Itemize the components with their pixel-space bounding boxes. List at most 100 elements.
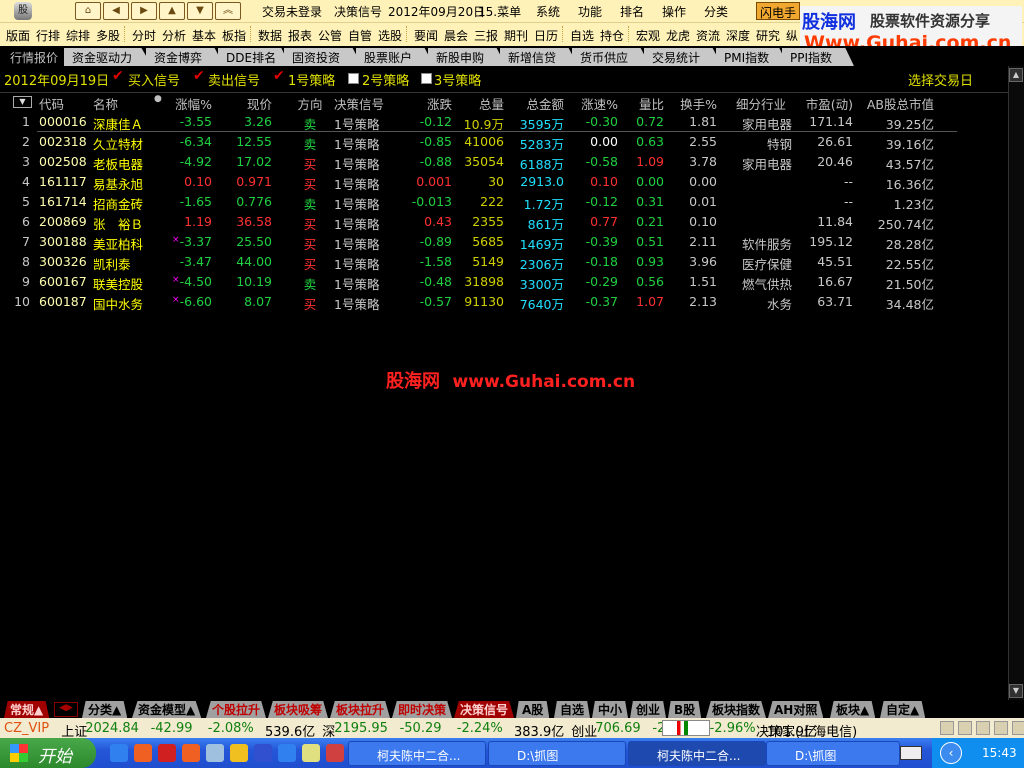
bottom-tab-5[interactable]: 板块拉升 xyxy=(330,701,391,718)
quick-launch-icon[interactable] xyxy=(206,744,224,762)
bottom-tab-16[interactable]: 自定▲ xyxy=(880,701,926,718)
taskbar-item[interactable]: D:\抓图 xyxy=(766,741,900,766)
tray-signal-icon[interactable] xyxy=(976,721,990,735)
column-header[interactable]: 名称 xyxy=(93,94,118,113)
scroll-up-button[interactable]: ▲ xyxy=(1009,68,1023,82)
toolbar-item[interactable]: 多股 xyxy=(96,27,120,44)
strategy3-label[interactable]: 3号策略 xyxy=(434,70,481,89)
toolbar-item[interactable]: 选股 xyxy=(378,27,402,44)
bottom-tab-1[interactable]: 分类▲ xyxy=(82,701,128,718)
select-trade-day-button[interactable]: 选择交易日 xyxy=(908,70,973,89)
strategy2-checkbox[interactable] xyxy=(348,73,359,84)
quick-launch-icon[interactable] xyxy=(326,744,344,762)
column-header[interactable]: 方向 xyxy=(295,94,325,113)
strategy2-label[interactable]: 2号策略 xyxy=(362,70,409,89)
check-icon[interactable]: ✔ xyxy=(112,68,124,84)
tab-scroll-arrows[interactable]: ◀▶ xyxy=(54,702,78,717)
toolbar-item[interactable]: 资流 xyxy=(696,27,720,44)
tab-5[interactable]: 股票账户 xyxy=(356,48,434,66)
keyboard-icon[interactable] xyxy=(900,746,922,760)
bottom-tab-11[interactable]: 创业 xyxy=(630,701,667,718)
tray-mail-icon[interactable] xyxy=(940,721,954,735)
column-header[interactable]: 代码 xyxy=(39,94,64,113)
taskbar-item[interactable]: 柯夫陈中二合... xyxy=(628,741,766,766)
toolbar-item[interactable]: 持仓 xyxy=(600,27,624,44)
bottom-tab-0[interactable]: 常规▲ xyxy=(4,701,50,718)
tab-4[interactable]: 固资投资 xyxy=(284,48,362,66)
menu-function[interactable]: 功能 xyxy=(578,3,602,20)
flash-trade-button[interactable]: 闪电手 xyxy=(756,2,801,20)
toolbar-item[interactable]: 要闻 xyxy=(414,27,438,44)
bottom-tab-3[interactable]: 个股拉升 xyxy=(206,701,267,718)
bottom-tab-8[interactable]: A股 xyxy=(516,701,550,718)
toolbar-item[interactable]: 分时 xyxy=(132,27,156,44)
home-button[interactable]: ⌂ xyxy=(75,2,101,20)
menu-category[interactable]: 分类 xyxy=(704,3,728,20)
strategy1-label[interactable]: 1号策略 xyxy=(288,70,335,89)
tray-pin-icon[interactable] xyxy=(1012,721,1024,735)
taskbar-item[interactable]: 柯夫陈中二合... xyxy=(348,741,486,766)
menu-operate[interactable]: 操作 xyxy=(662,3,686,20)
bottom-tab-10[interactable]: 中小 xyxy=(592,701,629,718)
bottom-tab-12[interactable]: B股 xyxy=(668,701,702,718)
toolbar-item[interactable]: 龙虎 xyxy=(666,27,690,44)
column-menu-button[interactable]: ▼ xyxy=(13,96,32,108)
forward-button[interactable]: ▶ xyxy=(131,2,157,20)
quick-launch-icon[interactable] xyxy=(158,744,176,762)
toolbar-item[interactable]: 自选 xyxy=(570,27,594,44)
column-header[interactable]: 市盈(动) xyxy=(806,94,853,113)
tray-upgrade-icon[interactable] xyxy=(958,721,972,735)
scroll-down-button[interactable]: ▼ xyxy=(1009,684,1023,698)
toolbar-item[interactable]: 版面 xyxy=(6,27,30,44)
tab-7[interactable]: 新增信贷 xyxy=(500,48,578,66)
back-button[interactable]: ◀ xyxy=(103,2,129,20)
bottom-tab-6[interactable]: 即时决策 xyxy=(392,701,453,718)
sell-signal-label[interactable]: 卖出信号 xyxy=(208,70,260,89)
toolbar-item[interactable]: 行排 xyxy=(36,27,60,44)
bottom-tab-4[interactable]: 板块吸筹 xyxy=(268,701,329,718)
quick-launch-icon[interactable] xyxy=(230,744,248,762)
toolbar-item[interactable]: 期刊 xyxy=(504,27,528,44)
buy-signal-label[interactable]: 买入信号 xyxy=(128,70,180,89)
bottom-tab-2[interactable]: 资金模型▲ xyxy=(132,701,202,718)
column-header[interactable]: AB股总市值 xyxy=(867,94,934,113)
tab-9[interactable]: 交易统计 xyxy=(644,48,722,66)
top-button[interactable]: ︽ xyxy=(215,2,241,20)
quick-launch-icon[interactable] xyxy=(278,744,296,762)
menu-rank[interactable]: 排名 xyxy=(620,3,644,20)
toolbar-item[interactable]: 公管 xyxy=(318,27,342,44)
tab-6[interactable]: 新股申购 xyxy=(428,48,506,66)
toolbar-item[interactable]: 三报 xyxy=(474,27,498,44)
tab-8[interactable]: 货币供应 xyxy=(572,48,650,66)
tab-2[interactable]: 资金博弈 xyxy=(146,48,224,66)
toolbar-item[interactable]: 数据 xyxy=(258,27,282,44)
quick-launch-icon[interactable] xyxy=(182,744,200,762)
toolbar-item[interactable]: 自管 xyxy=(348,27,372,44)
bottom-tab-14[interactable]: AH对照 xyxy=(768,701,824,718)
column-header[interactable]: 涨幅% xyxy=(175,94,212,113)
quick-launch-icon[interactable] xyxy=(134,744,152,762)
tab-10[interactable]: PMI指数 xyxy=(716,48,788,66)
column-header[interactable]: 换手% xyxy=(680,94,717,113)
check-icon[interactable]: ✔ xyxy=(193,68,205,84)
column-header[interactable]: 总金额 xyxy=(526,94,564,113)
down-button[interactable]: ▼ xyxy=(187,2,213,20)
tray-rocket-icon[interactable] xyxy=(994,721,1008,735)
check-icon[interactable]: ✔ xyxy=(273,68,285,84)
vertical-scrollbar[interactable] xyxy=(1008,66,1024,700)
chevron-left-icon[interactable]: ‹ xyxy=(940,742,962,764)
up-button[interactable]: ▲ xyxy=(159,2,185,20)
toolbar-item[interactable]: 深度 xyxy=(726,27,750,44)
bottom-tab-7[interactable]: 决策信号 xyxy=(454,701,515,718)
toolbar-item[interactable]: 基本 xyxy=(192,27,216,44)
tab-0[interactable]: 行情报价 xyxy=(2,48,70,66)
toolbar-item[interactable]: 纵 xyxy=(786,27,798,44)
bottom-tab-15[interactable]: 板块▲ xyxy=(830,701,876,718)
taskbar-item[interactable]: D:\抓图 xyxy=(488,741,626,766)
strategy3-checkbox[interactable] xyxy=(421,73,432,84)
bottom-tab-9[interactable]: 自选 xyxy=(554,701,591,718)
column-header[interactable]: 决策信号 xyxy=(334,94,384,113)
quick-launch-icon[interactable] xyxy=(302,744,320,762)
column-header[interactable]: 涨跌 xyxy=(427,94,452,113)
menu-hint[interactable]: 15.菜单 xyxy=(478,3,521,20)
